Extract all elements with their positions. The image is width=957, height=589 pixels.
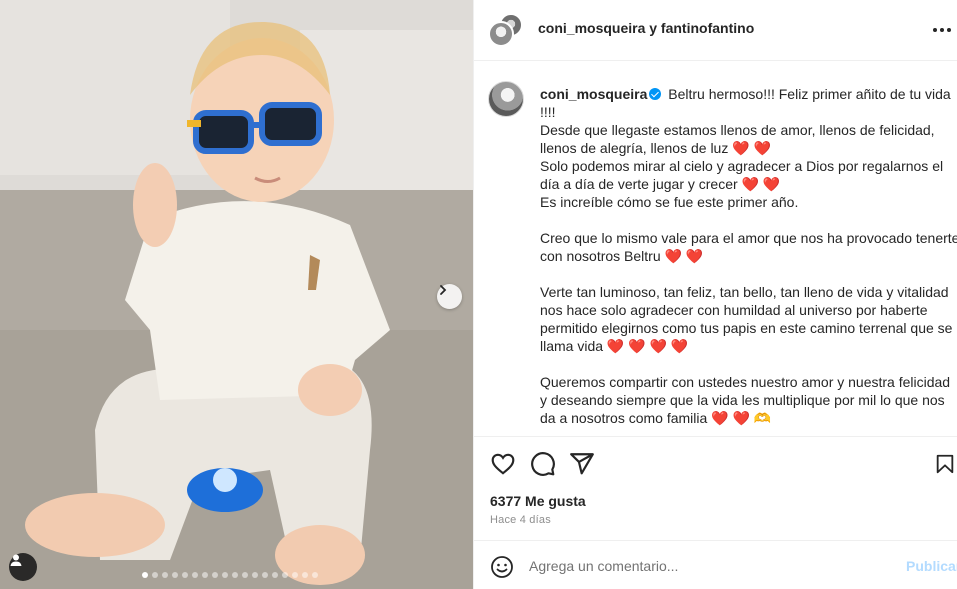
publish-button[interactable]: Publicar <box>906 558 957 574</box>
carousel-dot <box>182 572 188 578</box>
heart-icon[interactable] <box>490 451 516 477</box>
carousel-dot <box>192 572 198 578</box>
post-side-panel: coni_mosqueira y fantinofantino coni_mos… <box>473 0 957 589</box>
emoji-icon[interactable] <box>490 555 514 579</box>
verified-badge-icon <box>649 88 662 100</box>
caption-avatar[interactable] <box>488 81 524 117</box>
baby-photo-illustration <box>0 0 473 589</box>
baby-right-hand <box>298 364 362 416</box>
collab-avatars[interactable] <box>488 13 524 49</box>
carousel-dot <box>212 572 218 578</box>
likes-count[interactable]: 6377 Me gusta <box>490 493 586 509</box>
caption-username[interactable]: coni_mosqueira <box>540 86 647 102</box>
user-tag-icon <box>10 554 22 566</box>
comment-bar: Publicar <box>474 540 957 589</box>
carousel-dot <box>292 572 298 578</box>
post-caption: coni_mosqueira Beltru hermoso!!! Feliz p… <box>474 61 957 436</box>
caption-body: coni_mosqueira Beltru hermoso!!! Feliz p… <box>540 85 957 427</box>
carousel-dot <box>252 572 258 578</box>
carousel-dot <box>222 572 228 578</box>
carousel-dot <box>282 572 288 578</box>
carousel-dot <box>152 572 158 578</box>
carousel-dot <box>272 572 278 578</box>
more-options-button[interactable] <box>930 20 954 40</box>
post-photo[interactable] <box>0 0 473 589</box>
share-icon[interactable] <box>569 451 595 477</box>
post-date: Hace 4 días <box>490 514 551 526</box>
baby-left-hand <box>133 163 177 247</box>
carousel-dot <box>302 572 308 578</box>
comment-icon[interactable] <box>530 451 556 477</box>
carousel-dot <box>172 572 178 578</box>
bookmark-icon[interactable] <box>934 451 956 477</box>
more-horizontal-icon <box>933 28 937 32</box>
carousel-dot <box>202 572 208 578</box>
carousel-dot <box>162 572 168 578</box>
post-actions: 6377 Me gusta Hace 4 días <box>474 436 957 540</box>
post-header: coni_mosqueira y fantinofantino <box>474 0 957 61</box>
carousel-dots <box>142 572 318 578</box>
carousel-dot <box>312 572 318 578</box>
chevron-right-icon <box>440 285 447 295</box>
carousel-next-button[interactable] <box>437 284 462 309</box>
carousel-dot <box>142 572 148 578</box>
avatar-coni-mosqueira[interactable] <box>488 21 514 47</box>
post-authors[interactable]: coni_mosqueira y fantinofantino <box>538 20 754 36</box>
carousel-dot <box>242 572 248 578</box>
caption-text: Beltru hermoso!!! Feliz primer añito de … <box>540 86 957 426</box>
comment-input[interactable] <box>529 555 889 577</box>
carousel-dot <box>262 572 268 578</box>
carousel-dot <box>232 572 238 578</box>
user-tag-button[interactable] <box>9 553 37 581</box>
baby-left-foot <box>25 493 165 557</box>
